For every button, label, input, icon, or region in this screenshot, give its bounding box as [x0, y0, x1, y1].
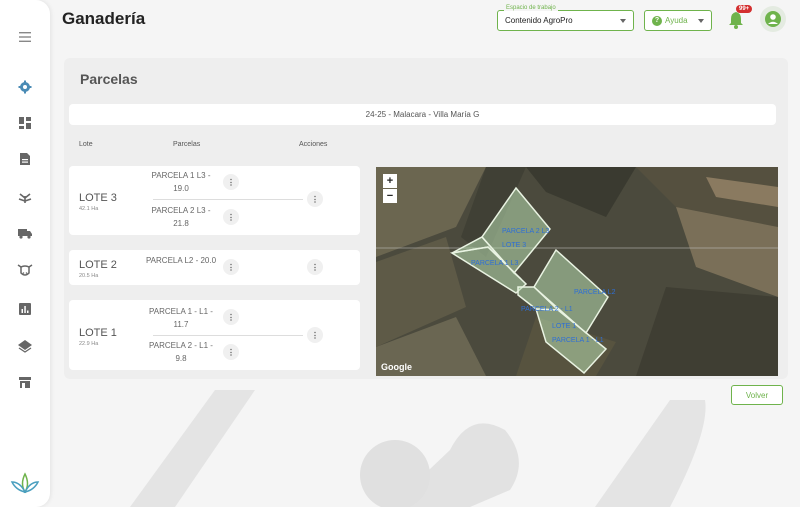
lote-area: 22.9 Ha: [79, 341, 99, 347]
page-title: Ganadería: [62, 9, 146, 28]
cow-icon[interactable]: [15, 260, 35, 280]
satellite-map[interactable]: PARCELA 2 L3 LOTE 3 PARCELA 1 L3 PARCELA…: [376, 167, 778, 376]
workspace-legend: Espacio de trabajo: [504, 5, 558, 11]
parcela-menu-button[interactable]: ⋮: [223, 344, 239, 360]
lote-area: 42.1 Ha: [79, 206, 99, 212]
lote-name: LOTE 3: [79, 192, 117, 204]
notifications-badge: 99+: [736, 5, 753, 13]
sidebar: [0, 0, 50, 507]
parcela-menu-button[interactable]: ⋮: [223, 209, 239, 225]
zoom-out-button[interactable]: −: [383, 189, 397, 203]
parcela-menu-button[interactable]: ⋮: [223, 259, 239, 275]
parcela-label: PARCELA 2 - L1 - 9.8: [149, 341, 213, 363]
lote-area: 20.5 Ha: [79, 273, 99, 279]
parcela-label: PARCELA 1 - L1 - 11.7: [149, 307, 213, 329]
lote-actions-button[interactable]: ⋮: [307, 191, 323, 207]
document-icon[interactable]: [15, 149, 35, 169]
column-header-acciones: Acciones: [299, 141, 328, 148]
map-label: PARCELA 2 - L1: [521, 306, 573, 313]
lote-row: LOTE 3 42.1 Ha PARCELA 1 L3 - 19.0 ⋮ PAR…: [69, 166, 360, 235]
background-decoration: [50, 370, 800, 507]
parcela-menu-button[interactable]: ⋮: [223, 309, 239, 325]
map-label: PARCELA 1 L3: [471, 260, 518, 267]
divider: [153, 335, 303, 336]
lote-row: LOTE 1 22.9 Ha PARCELA 1 - L1 - 11.7 ⋮ P…: [69, 300, 360, 370]
parcela-label: PARCELA 1 L3 - 19.0: [151, 171, 211, 193]
user-avatar[interactable]: [760, 6, 786, 32]
map-label: PARCELA L2: [574, 289, 616, 296]
store-icon[interactable]: [15, 372, 35, 392]
gear-icon[interactable]: [15, 77, 35, 97]
campaign-bar: 24-25 - Malacara - Villa María G: [69, 104, 776, 125]
workspace-value: Contenido AgroPro: [505, 16, 573, 25]
help-icon: ?: [652, 15, 662, 26]
crop-icon[interactable]: [15, 187, 35, 207]
chart-icon[interactable]: [15, 299, 35, 319]
lote-actions-button[interactable]: ⋮: [307, 327, 323, 343]
truck-icon[interactable]: [15, 223, 35, 243]
map-label: LOTE 3: [502, 242, 526, 249]
layers-icon[interactable]: [15, 336, 35, 356]
dashboard-icon[interactable]: [15, 113, 35, 133]
parcela-label: PARCELA L2 - 20.0: [145, 256, 217, 265]
help-button[interactable]: ? Ayuda: [644, 10, 712, 31]
notifications-bell-icon[interactable]: [727, 10, 745, 30]
column-header-parcelas: Parcelas: [173, 141, 201, 148]
lote-name: LOTE 1: [79, 327, 117, 339]
section-title: Parcelas: [80, 71, 138, 87]
map-label: PARCELA 1 - L1: [552, 337, 604, 344]
lote-name: LOTE 2: [79, 259, 117, 271]
google-attribution: Google: [381, 362, 412, 372]
map-label: PARCELA 2 L3: [502, 228, 549, 235]
chevron-down-icon: [698, 19, 704, 23]
zoom-in-button[interactable]: +: [383, 174, 397, 188]
back-button[interactable]: Volver: [731, 385, 783, 405]
lote-actions-button[interactable]: ⋮: [307, 259, 323, 275]
help-label: Ayuda: [665, 16, 688, 25]
workspace-select[interactable]: Espacio de trabajo Contenido AgroPro: [497, 5, 634, 31]
parcela-label: PARCELA 2 L3 - 21.8: [151, 206, 211, 228]
map-label: LOTE 1: [552, 323, 576, 330]
chevron-down-icon: [620, 19, 626, 23]
lote-row: LOTE 2 20.5 Ha PARCELA L2 - 20.0 ⋮ ⋮: [69, 250, 360, 285]
column-header-lote: Lote: [79, 141, 93, 148]
agropro-logo-icon: [8, 470, 42, 494]
menu-icon[interactable]: [15, 27, 35, 47]
divider: [153, 199, 303, 200]
parcela-menu-button[interactable]: ⋮: [223, 174, 239, 190]
